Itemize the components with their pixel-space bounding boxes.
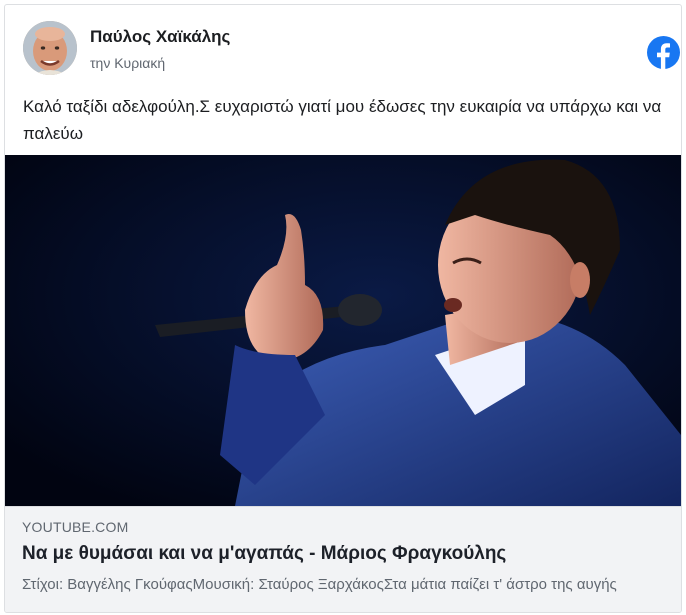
post-text: Καλό ταξίδι αδελφούλη.Σ ευχαριστώ γιατί … bbox=[23, 97, 662, 143]
facebook-icon[interactable] bbox=[647, 36, 680, 69]
post-header: Παύλος Χαϊκάλης την Κυριακή bbox=[23, 21, 680, 77]
link-preview-image[interactable] bbox=[5, 155, 681, 506]
link-description: Στίχοι: Βαγγέλης ΓκούφαςΜουσική: Σταύρος… bbox=[22, 576, 617, 593]
facebook-post-card: Παύλος Χαϊκάλης την Κυριακή Καλό ταξίδι … bbox=[4, 4, 682, 613]
singer-photo-icon bbox=[5, 155, 681, 506]
avatar-photo-icon bbox=[23, 21, 77, 75]
link-domain: YOUTUBE.COM bbox=[22, 519, 129, 535]
author-name[interactable]: Παύλος Χαϊκάλης bbox=[90, 27, 230, 47]
link-preview-meta[interactable]: YOUTUBE.COM Να με θυμάσαι και να μ'αγαπά… bbox=[5, 506, 681, 612]
author-avatar[interactable] bbox=[23, 21, 77, 75]
post-timestamp[interactable]: την Κυριακή bbox=[90, 55, 165, 71]
link-title[interactable]: Να με θυμάσαι και να μ'αγαπάς - Μάριος Φ… bbox=[22, 543, 667, 565]
